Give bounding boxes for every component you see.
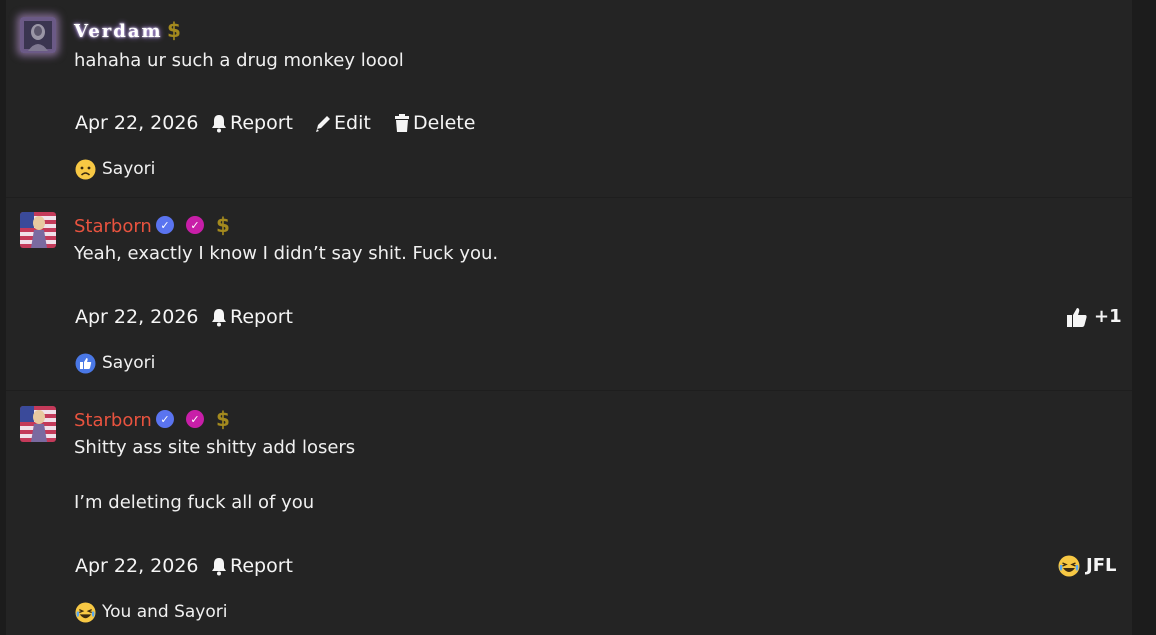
crying-laughing-icon <box>75 601 96 623</box>
reaction-users[interactable]: You and Sayori <box>75 601 227 623</box>
delete-button[interactable]: Delete <box>393 112 475 134</box>
post-body-line: Shitty ass site shitty add losers <box>74 437 356 458</box>
post-body: Yeah, exactly I know I didn’t say shit. … <box>74 243 499 264</box>
author-name[interactable]: Starborn <box>74 216 152 238</box>
reaction-users[interactable]: Sayori <box>75 352 155 374</box>
post-body: hahaha ur such a drug monkey loool <box>74 50 404 71</box>
report-label: Report <box>230 112 293 134</box>
reaction-users[interactable]: Sayori <box>75 158 155 180</box>
divider <box>6 197 1132 198</box>
reaction-summary-label: +1 <box>1094 306 1122 327</box>
crying-laughing-icon <box>1058 555 1080 577</box>
reaction-summary[interactable]: JFL <box>1058 555 1116 577</box>
thumbs-up-icon <box>1067 308 1087 327</box>
edit-button[interactable]: Edit <box>314 112 371 134</box>
dollar-icon: $ <box>216 407 230 431</box>
verified-icon: ✓ <box>156 410 174 428</box>
trash-icon <box>395 114 409 132</box>
dollar-icon: $ <box>216 213 230 237</box>
reaction-users-label: You and Sayori <box>102 602 228 622</box>
post-date[interactable]: Apr 22, 2026 <box>75 306 199 328</box>
post-date[interactable]: Apr 22, 2026 <box>75 555 199 577</box>
bell-icon <box>212 558 226 576</box>
report-label: Report <box>230 306 293 328</box>
post-body-line: I’m deleting fuck all of you <box>74 492 315 513</box>
avatar[interactable] <box>20 406 56 442</box>
reaction-summary-label: JFL <box>1086 555 1117 576</box>
report-label: Report <box>230 555 293 577</box>
bell-icon <box>212 309 226 327</box>
avatar[interactable] <box>20 17 56 53</box>
pencil-icon <box>316 116 330 132</box>
reaction-users-label: Sayori <box>102 353 156 373</box>
reaction-users-label: Sayori <box>102 159 156 179</box>
bell-icon <box>212 115 226 133</box>
pink-check-icon: ✓ <box>186 216 204 234</box>
dollar-icon: $ <box>167 18 181 42</box>
report-button[interactable]: Report <box>210 112 293 134</box>
pink-check-icon: ✓ <box>186 410 204 428</box>
sad-face-icon <box>75 159 96 179</box>
reaction-summary[interactable]: +1 <box>1066 306 1122 328</box>
post-date[interactable]: Apr 22, 2026 <box>75 112 199 134</box>
avatar[interactable] <box>20 212 56 248</box>
report-button[interactable]: Report <box>210 555 293 577</box>
author-name[interactable]: Verdam <box>74 21 163 43</box>
edit-label: Edit <box>334 112 371 134</box>
report-button[interactable]: Report <box>210 306 293 328</box>
like-icon <box>75 353 96 373</box>
delete-label: Delete <box>413 112 476 134</box>
author-name[interactable]: Starborn <box>74 410 152 432</box>
verified-icon: ✓ <box>156 216 174 234</box>
divider <box>6 390 1132 391</box>
